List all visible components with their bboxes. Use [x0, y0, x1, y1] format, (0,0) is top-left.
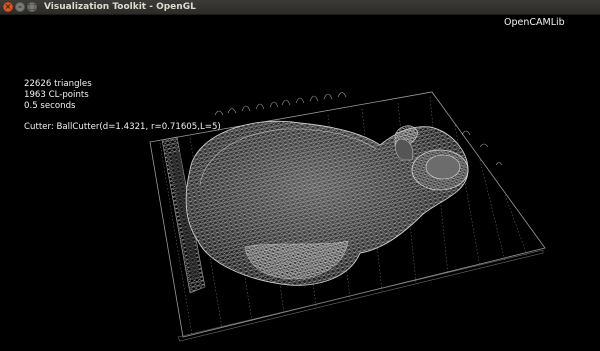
window-title: Visualization Toolkit - OpenGL: [44, 2, 196, 12]
compute-time: 0.5 seconds: [24, 101, 76, 111]
mesh-render-canvas[interactable]: [0, 15, 600, 351]
maximize-button[interactable]: □: [27, 2, 37, 12]
close-button[interactable]: ×: [3, 2, 13, 12]
minimize-button[interactable]: –: [15, 2, 25, 12]
triangle-count: 22626 triangles: [24, 79, 92, 89]
vtk-window: × – □ Visualization Toolkit - OpenGL Ope…: [0, 0, 600, 351]
cl-point-count: 1963 CL-points: [24, 90, 89, 100]
stats-overlay: 22626 triangles 1963 CL-points 0.5 secon…: [24, 79, 92, 112]
minimize-icon: –: [18, 2, 22, 11]
maximize-icon: □: [28, 2, 36, 11]
opencamlib-logo-text: OpenCAMLib: [504, 17, 565, 28]
close-icon: ×: [4, 2, 12, 11]
bunny-mesh: [185, 120, 469, 286]
cutter-description: Cutter: BallCutter(d=1.4321, r=0.71605,L…: [24, 122, 221, 132]
title-bar[interactable]: × – □ Visualization Toolkit - OpenGL: [0, 0, 600, 15]
